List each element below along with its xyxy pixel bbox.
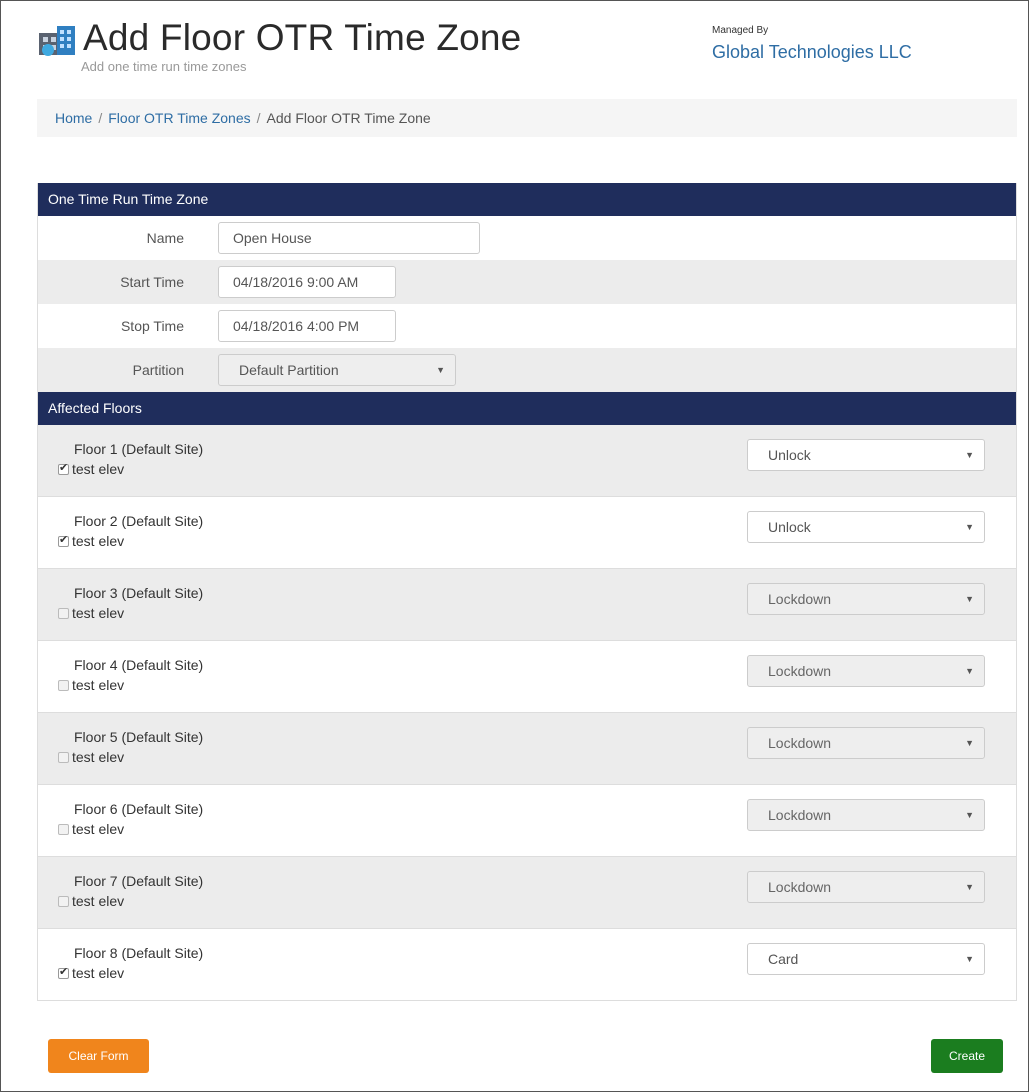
elevator-checkbox-label: test elev: [72, 533, 125, 549]
elevator-checkbox-label: test elev: [72, 821, 125, 837]
breadcrumb-separator: /: [98, 110, 103, 126]
form-panel: One Time Run Time Zone Name Open House S…: [37, 183, 1017, 1001]
chevron-down-icon: ▼: [965, 666, 974, 676]
elevator-checkbox-label: test elev: [72, 893, 125, 909]
floor-elevator-checkbox-wrap: test elev: [58, 965, 124, 981]
floor-name: Floor 3 (Default Site): [74, 585, 204, 601]
floor-row: Floor 1 (Default Site) test elev Unlock ▼: [38, 425, 1016, 497]
breadcrumb-separator: /: [256, 110, 261, 126]
floor-elevator-checkbox-wrap: test elev: [58, 533, 124, 549]
partition-label: Partition: [132, 362, 184, 378]
elevator-checkbox[interactable]: [58, 679, 69, 691]
stop-time-row: Stop Time 04/18/2016 4:00 PM: [38, 304, 1016, 348]
page-frame: Add Floor OTR Time Zone Add one time run…: [0, 0, 1029, 1092]
chevron-down-icon: ▼: [965, 882, 974, 892]
floor-elevator-checkbox-wrap: test elev: [58, 821, 124, 837]
stop-time-input[interactable]: 04/18/2016 4:00 PM: [218, 310, 396, 342]
elevator-checkbox-label: test elev: [72, 749, 125, 765]
name-label: Name: [146, 230, 184, 246]
elevator-checkbox[interactable]: [58, 461, 69, 475]
chevron-down-icon: ▼: [436, 365, 445, 375]
chevron-down-icon: ▼: [965, 738, 974, 748]
breadcrumb-current: Add Floor OTR Time Zone: [266, 110, 431, 126]
floor-name: Floor 8 (Default Site): [74, 945, 204, 961]
floor-elevator-checkbox-wrap: test elev: [58, 461, 124, 477]
floor-mode-value: Unlock: [768, 447, 811, 463]
floor-name: Floor 1 (Default Site): [74, 441, 204, 457]
create-button[interactable]: Create: [931, 1039, 1003, 1073]
floor-mode-value: Lockdown: [768, 735, 832, 751]
name-input[interactable]: Open House: [218, 222, 480, 254]
page-subtitle: Add one time run time zones: [81, 59, 247, 74]
section-header-one-time-run: One Time Run Time Zone: [38, 183, 1016, 216]
floor-mode-select[interactable]: Lockdown ▼: [747, 655, 985, 687]
floor-row: Floor 7 (Default Site) test elev Lockdown ▼: [38, 857, 1016, 929]
partition-row: Partition Default Partition ▼: [38, 348, 1016, 392]
breadcrumb-home[interactable]: Home: [55, 110, 92, 126]
clear-form-button[interactable]: Clear Form: [48, 1039, 149, 1073]
breadcrumb: Home / Floor OTR Time Zones / Add Floor OTR …: [37, 99, 1017, 137]
managed-by-org-link[interactable]: Global Technologies LLC: [712, 42, 912, 63]
elevator-checkbox[interactable]: [58, 965, 69, 979]
partition-select[interactable]: Default Partition ▼: [218, 354, 456, 386]
floor-mode-value: Lockdown: [768, 591, 832, 607]
name-row: Name Open House: [38, 216, 1016, 260]
page-title: Add Floor OTR Time Zone: [83, 17, 522, 58]
elevator-checkbox[interactable]: [58, 607, 69, 619]
floor-mode-select[interactable]: Lockdown ▼: [747, 727, 985, 759]
elevator-checkbox-label: test elev: [72, 605, 125, 621]
floor-name: Floor 2 (Default Site): [74, 513, 204, 529]
floor-row: Floor 4 (Default Site) test elev Lockdown ▼: [38, 641, 1016, 713]
chevron-down-icon: ▼: [965, 450, 974, 460]
floor-elevator-checkbox-wrap: test elev: [58, 677, 124, 693]
elevator-checkbox[interactable]: [58, 751, 69, 763]
floor-elevator-checkbox-wrap: test elev: [58, 749, 124, 765]
floor-mode-value: Lockdown: [768, 879, 832, 895]
elevator-checkbox-label: test elev: [72, 461, 125, 477]
elevator-checkbox-label: test elev: [72, 965, 125, 981]
floor-list: Floor 1 (Default Site)test elevUnlock▼Fl…: [38, 425, 1016, 1001]
floor-elevator-checkbox-wrap: test elev: [58, 605, 124, 621]
floor-row: Floor 5 (Default Site) test elev Lockdown ▼: [38, 713, 1016, 785]
floor-name: Floor 6 (Default Site): [74, 801, 204, 817]
floor-mode-value: Lockdown: [768, 807, 832, 823]
elevator-checkbox[interactable]: [58, 533, 69, 547]
floor-name: Floor 7 (Default Site): [74, 873, 204, 889]
partition-select-value: Default Partition: [239, 362, 339, 378]
floor-mode-value: Unlock: [768, 519, 811, 535]
otr-building-icon: [39, 26, 75, 56]
start-time-label: Start Time: [120, 274, 184, 290]
elevator-checkbox-label: test elev: [72, 677, 125, 693]
breadcrumb-floor-otr-time-zones[interactable]: Floor OTR Time Zones: [108, 110, 250, 126]
start-time-input[interactable]: 04/18/2016 9:00 AM: [218, 266, 396, 298]
managed-by-label: Managed By: [712, 25, 769, 36]
section-header-affected-floors: Affected Floors: [38, 392, 1016, 425]
elevator-checkbox[interactable]: [58, 895, 69, 907]
start-time-row: Start Time 04/18/2016 9:00 AM: [38, 260, 1016, 304]
floor-mode-select[interactable]: Unlock ▼: [747, 439, 985, 471]
floor-elevator-checkbox-wrap: test elev: [58, 893, 124, 909]
floor-mode-select[interactable]: Card ▼: [747, 943, 985, 975]
chevron-down-icon: ▼: [965, 954, 974, 964]
floor-row: Floor 3 (Default Site) test elev Lockdown ▼: [38, 569, 1016, 641]
floor-mode-select[interactable]: Lockdown ▼: [747, 583, 985, 615]
chevron-down-icon: ▼: [965, 810, 974, 820]
page-header: Add Floor OTR Time Zone Add one time run…: [37, 15, 997, 85]
stop-time-label: Stop Time: [120, 318, 184, 334]
floor-name: Floor 5 (Default Site): [74, 729, 204, 745]
floor-mode-value: Lockdown: [768, 663, 832, 679]
floor-mode-select[interactable]: Lockdown ▼: [747, 799, 985, 831]
floor-row: Floor 8 (Default Site) test elev Card ▼: [38, 929, 1016, 1001]
floor-name: Floor 4 (Default Site): [74, 657, 204, 673]
floor-row: Floor 2 (Default Site) test elev Unlock ▼: [38, 497, 1016, 569]
floor-mode-select[interactable]: Unlock ▼: [747, 511, 985, 543]
floor-mode-value: Card: [768, 951, 799, 967]
floor-row: Floor 6 (Default Site) test elev Lockdown ▼: [38, 785, 1016, 857]
chevron-down-icon: ▼: [965, 594, 974, 604]
floor-mode-select[interactable]: Lockdown ▼: [747, 871, 985, 903]
elevator-checkbox[interactable]: [58, 823, 69, 835]
chevron-down-icon: ▼: [965, 522, 974, 532]
